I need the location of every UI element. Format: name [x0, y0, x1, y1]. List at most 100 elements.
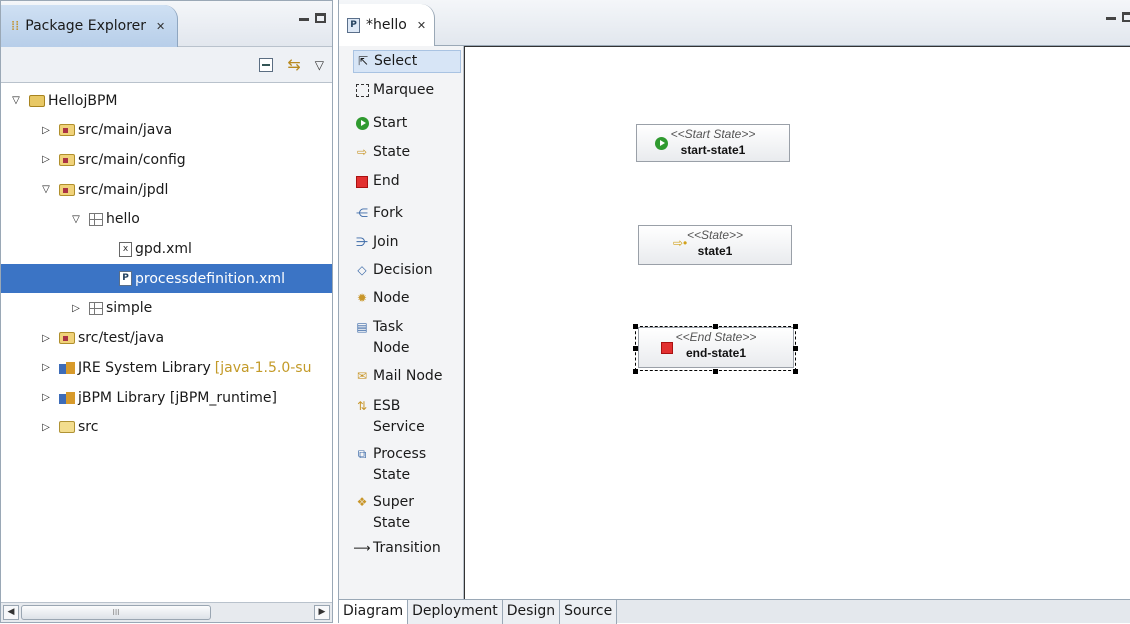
- minimize-icon[interactable]: [299, 17, 309, 21]
- palette-item-label: State: [373, 515, 411, 531]
- explorer-window-controls: [299, 13, 326, 23]
- palette-item[interactable]: ⧉ Process State: [353, 444, 461, 486]
- palette-item-label: State: [373, 467, 411, 483]
- esb-service-icon: ⇅: [356, 399, 368, 413]
- palette-item[interactable]: ▤ Task Node: [353, 317, 461, 359]
- collapse-all-icon[interactable]: [259, 57, 274, 72]
- resize-handle[interactable]: [633, 346, 638, 351]
- horizontal-scrollbar[interactable]: ◀ III ▶: [1, 602, 332, 622]
- palette-item[interactable]: ❖ Super State: [353, 492, 461, 534]
- end-icon: [353, 171, 371, 192]
- palette-item-label: Process: [373, 446, 427, 462]
- tree-item[interactable]: ▽ src/main/jpdl: [1, 175, 332, 204]
- expand-arrow-icon[interactable]: ▽: [39, 184, 53, 195]
- tree-item-label: src/test/java: [78, 330, 165, 347]
- palette-item[interactable]: ⟶ Transition: [353, 538, 461, 559]
- tab-package-explorer[interactable]: ⁞⁞ Package Explorer ✕: [1, 5, 179, 47]
- collapse-arrow-icon[interactable]: ▷: [39, 392, 53, 403]
- state-icon: ⇨•: [673, 236, 688, 250]
- palette-item-label: Task: [373, 319, 404, 335]
- tree-item-label: src: [78, 419, 99, 436]
- resize-handle[interactable]: [793, 346, 798, 351]
- resize-handle[interactable]: [793, 369, 798, 374]
- collapse-arrow-icon[interactable]: ▷: [39, 422, 53, 433]
- source-folder-icon: [59, 332, 75, 345]
- tab-deployment[interactable]: Deployment: [408, 600, 503, 624]
- tree-item[interactable]: ▷ jBPM Library [jBPM_runtime]: [1, 383, 332, 412]
- scroll-right-icon[interactable]: ▶: [314, 605, 330, 620]
- link-with-editor-icon[interactable]: ⇆: [287, 55, 300, 74]
- diagram-canvas[interactable]: <<Start State>> start-state1 ⇨• <<State>…: [464, 46, 1130, 599]
- collapse-arrow-icon[interactable]: ▷: [39, 333, 53, 344]
- start-state-node[interactable]: <<Start State>> start-state1: [636, 124, 790, 162]
- palette-item[interactable]: ⇱ Select: [353, 50, 461, 73]
- editor-tab-bar: P *hello ✕: [339, 0, 1130, 46]
- tab-diagram[interactable]: Diagram: [339, 600, 409, 624]
- close-icon[interactable]: ✕: [156, 20, 165, 33]
- palette-item-label: Service: [373, 419, 425, 435]
- tab-source[interactable]: Source: [560, 600, 618, 624]
- task-node-icon: ▤: [356, 320, 368, 334]
- tree-item[interactable]: x gpd.xml: [1, 235, 332, 264]
- resize-handle[interactable]: [713, 324, 718, 329]
- scroll-thumb[interactable]: III: [21, 605, 211, 620]
- tree-item[interactable]: ▷ src/test/java: [1, 324, 332, 353]
- palette-item-label: ESB: [373, 398, 401, 414]
- expand-arrow-icon[interactable]: ▽: [69, 214, 83, 225]
- tree-item[interactable]: Pprocessdefinition.xml: [1, 264, 332, 294]
- maximize-icon[interactable]: [1122, 12, 1130, 22]
- palette-item[interactable]: ⋲ Fork: [353, 203, 461, 224]
- palette-item[interactable]: Start: [353, 113, 461, 134]
- process-state-icon: ⧉: [357, 447, 367, 461]
- close-icon[interactable]: ✕: [417, 19, 426, 32]
- start-icon: [655, 137, 668, 153]
- tab-hello[interactable]: P *hello ✕: [339, 4, 435, 46]
- palette-item[interactable]: End: [353, 171, 461, 192]
- package-explorer-icon: ⁞⁞: [11, 18, 20, 34]
- state-node[interactable]: ⇨• <<State>> state1: [638, 225, 792, 265]
- resize-handle[interactable]: [633, 324, 638, 329]
- tab-design[interactable]: Design: [502, 600, 561, 624]
- expand-arrow-icon[interactable]: ▽: [9, 95, 23, 106]
- palette-item-label: Fork: [373, 205, 403, 221]
- tree-item[interactable]: ▷ src: [1, 413, 332, 442]
- source-folder-icon: [59, 183, 75, 196]
- scroll-left-icon[interactable]: ◀: [3, 605, 19, 620]
- select-arrow-icon: ⇱: [357, 54, 369, 68]
- tree-item-label: processdefinition.xml: [135, 270, 285, 287]
- palette-item[interactable]: ⇅ ESB Service: [353, 396, 461, 438]
- palette-item[interactable]: ⇨ State: [353, 142, 461, 163]
- tree-item-label: gpd.xml: [135, 241, 192, 257]
- palette-item-label: Start: [373, 115, 408, 131]
- tree-item-label: src/main/java: [78, 122, 173, 139]
- palette-item[interactable]: ⋺ Join: [353, 232, 461, 253]
- resize-handle[interactable]: [793, 324, 798, 329]
- collapse-arrow-icon[interactable]: ▷: [39, 362, 53, 373]
- resize-handle[interactable]: [633, 369, 638, 374]
- resize-handle[interactable]: [713, 369, 718, 374]
- tree-item[interactable]: ▷ simple: [1, 294, 332, 323]
- palette-item[interactable]: ✹ Node: [353, 288, 461, 309]
- view-menu-icon[interactable]: ▽: [315, 58, 324, 72]
- palette-item[interactable]: ✉ Mail Node: [353, 366, 461, 387]
- fork-icon: ⋲: [356, 206, 368, 220]
- tree-item[interactable]: ▷ src/main/config: [1, 145, 332, 174]
- minimize-icon[interactable]: [1106, 16, 1116, 20]
- marquee-icon: [353, 80, 371, 101]
- source-folder-icon: [59, 124, 75, 137]
- decision-icon: ◇: [357, 263, 367, 277]
- maximize-icon[interactable]: [315, 13, 326, 23]
- tree-item[interactable]: ▷ JRE System Library [java-1.5.0-su: [1, 353, 332, 382]
- library-icon: [59, 361, 75, 374]
- tree-item-label: src/main/jpdl: [78, 181, 169, 198]
- collapse-arrow-icon[interactable]: ▷: [39, 154, 53, 165]
- tree-item[interactable]: ▷ src/main/java: [1, 116, 332, 145]
- tree-item[interactable]: ▽ hello: [1, 205, 332, 234]
- collapse-arrow-icon[interactable]: ▷: [39, 125, 53, 136]
- collapse-arrow-icon[interactable]: ▷: [69, 303, 83, 314]
- palette-item[interactable]: Marquee: [353, 80, 461, 101]
- palette-item[interactable]: ◇ Decision: [353, 260, 461, 281]
- explorer-toolbar: ⇆ ▽: [1, 47, 332, 83]
- tree-item[interactable]: ▽ HellojBPM: [1, 86, 332, 115]
- source-folder-icon: [59, 153, 75, 166]
